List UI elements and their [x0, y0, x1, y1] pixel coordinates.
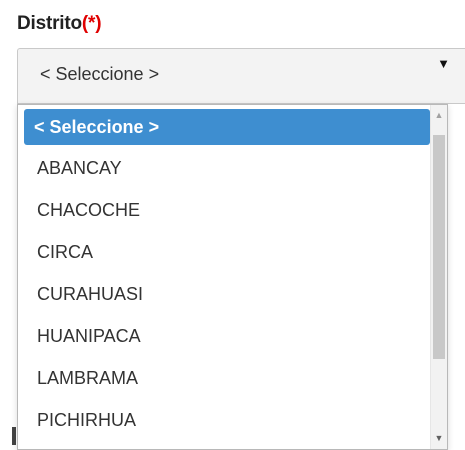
scroll-down-arrow-icon[interactable]: ▼ [431, 433, 447, 443]
background-edge-mark [12, 427, 16, 445]
option-circa[interactable]: CIRCA [18, 231, 430, 273]
distrito-select-screen: Distrito(*) < Seleccione > ▼ < Seleccion… [0, 0, 465, 450]
distrito-select[interactable]: < Seleccione > ▼ [17, 48, 465, 104]
dropdown-scrollbar[interactable]: ▲ ▼ [430, 105, 447, 449]
chevron-down-icon[interactable]: ▼ [437, 56, 450, 71]
distrito-dropdown-list: < Seleccione > ABANCAY CHACOCHE CIRCA CU… [17, 104, 448, 450]
option-curahuasi[interactable]: CURAHUASI [18, 273, 430, 315]
option-huanipaca[interactable]: HUANIPACA [18, 315, 430, 357]
option-list: < Seleccione > ABANCAY CHACOCHE CIRCA CU… [18, 105, 430, 441]
field-label-text: Distrito [17, 13, 82, 34]
required-marker: (*) [81, 13, 102, 34]
option-chacoche[interactable]: CHACOCHE [18, 189, 430, 231]
scroll-up-arrow-icon[interactable]: ▲ [431, 110, 447, 120]
option-abancay[interactable]: ABANCAY [18, 147, 430, 189]
distrito-field-label: Distrito(*) [17, 13, 102, 35]
scrollbar-thumb[interactable] [433, 135, 445, 359]
option-lambrama[interactable]: LAMBRAMA [18, 357, 430, 399]
option-pichirhua[interactable]: PICHIRHUA [18, 399, 430, 441]
option-seleccione[interactable]: < Seleccione > [24, 109, 430, 145]
select-current-value: < Seleccione > [40, 64, 160, 84]
